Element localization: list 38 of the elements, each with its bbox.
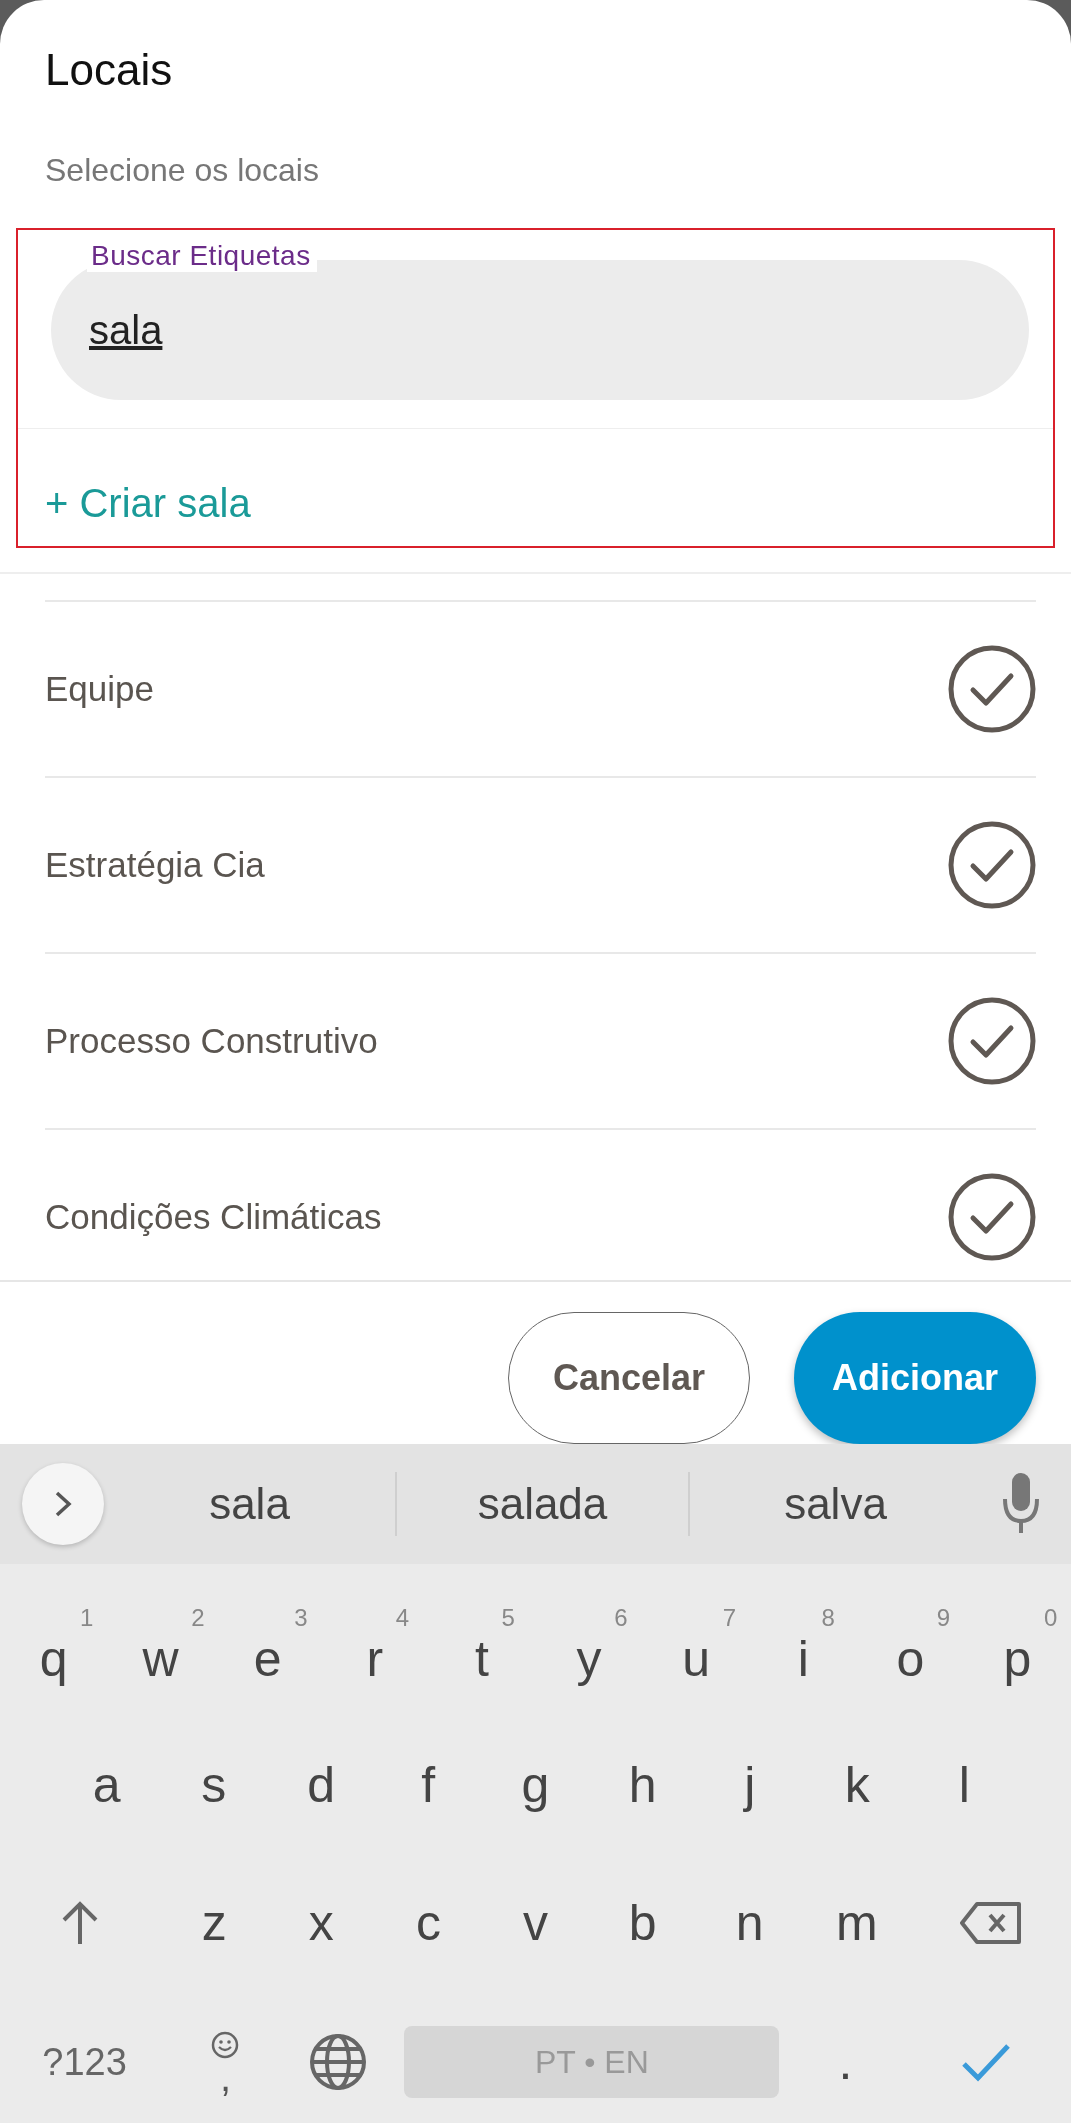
dialog-subtitle: Selecione os locais [44,151,320,190]
key[interactable]: h [628,1754,657,1816]
key[interactable]: j [744,1754,756,1816]
key[interactable]: z [201,1892,227,1954]
key[interactable]: x [308,1892,334,1954]
check-circle-icon[interactable] [948,645,1036,733]
suggestion[interactable]: sala [104,1479,395,1529]
comma-key[interactable]: , [210,2030,241,2094]
key[interactable]: l [958,1754,970,1816]
cancel-button[interactable]: Cancelar [508,1312,750,1444]
location-name: Equipe [45,669,154,709]
symbols-key[interactable]: ?123 [42,2040,127,2084]
smiley-icon [210,2030,241,2060]
check-circle-icon[interactable] [948,1173,1036,1261]
key[interactable]: n [735,1892,764,1954]
suggestion[interactable]: salva [690,1479,981,1529]
add-button[interactable]: Adicionar [794,1312,1036,1444]
key[interactable]: g [521,1754,550,1816]
key[interactable]: a [92,1754,121,1816]
check-circle-icon[interactable] [948,997,1036,1085]
location-name: Processo Construtivo [45,1021,378,1061]
key[interactable]: b [628,1892,657,1954]
key[interactable]: f [421,1754,436,1816]
dialog-title: Locais [44,44,174,96]
backspace-icon[interactable] [958,1901,1023,1945]
key[interactable]: m [835,1892,878,1954]
key[interactable]: k [844,1754,870,1816]
suggestion[interactable]: salada [397,1479,688,1529]
location-name: Condições Climáticas [45,1197,382,1237]
key[interactable]: v [523,1892,548,1954]
location-name: Estratégia Cia [45,845,265,885]
key[interactable]: d [307,1754,335,1816]
key[interactable]: c [415,1892,441,1954]
globe-icon[interactable] [309,2033,368,2091]
key[interactable]: s [201,1754,227,1816]
check-circle-icon[interactable] [948,821,1036,909]
checkmark-icon[interactable] [961,2042,1012,2082]
period-key[interactable]: . [838,2031,853,2093]
